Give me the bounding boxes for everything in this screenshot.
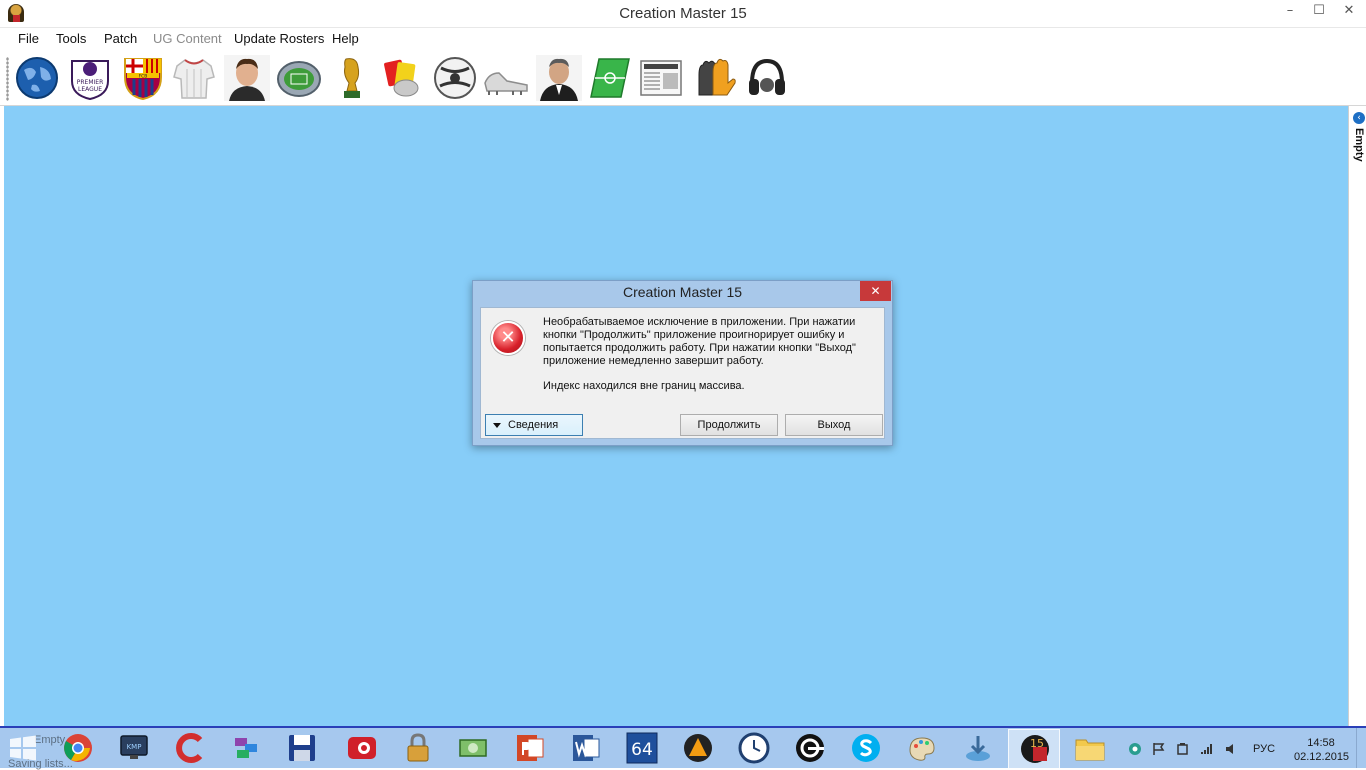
premier-label: PREMIER — [77, 79, 103, 86]
close-window-button[interactable]: ✕ — [1334, 0, 1364, 24]
error-dialog: Creation Master 15 ✕ ✕ Необрабатываемое … — [472, 280, 893, 446]
file-explorer-icon[interactable] — [1074, 732, 1106, 764]
menu-file[interactable]: File — [18, 31, 39, 46]
installer-icon[interactable] — [962, 732, 994, 764]
dialog-body: ✕ Необрабатываемое исключение в приложен… — [480, 307, 885, 439]
globe-icon[interactable] — [14, 55, 60, 101]
menu-bar: File Tools Patch UG Content Update Roste… — [0, 29, 1366, 51]
window-title: Creation Master 15 — [619, 5, 747, 22]
signal-tray-icon[interactable] — [1200, 742, 1214, 756]
error-message: Необрабатываемое исключение в приложении… — [543, 316, 856, 367]
right-side-panel[interactable]: ‹ Empty — [1348, 106, 1366, 726]
kmplayer-icon[interactable]: KMP — [118, 732, 150, 764]
panel-label: Empty — [1353, 128, 1365, 162]
error-icon: ✕ — [491, 321, 525, 355]
money-icon[interactable] — [458, 732, 490, 764]
clock-app-icon[interactable] — [738, 732, 770, 764]
volume-tray-icon[interactable] — [1224, 742, 1238, 756]
football-ball-icon[interactable] — [432, 55, 478, 101]
menu-help[interactable]: Help — [332, 31, 359, 46]
ghost-status-empty: Empty — [34, 734, 66, 746]
manager-portrait-icon[interactable] — [536, 55, 582, 101]
minimize-button[interactable]: – — [1275, 0, 1305, 24]
maximize-button[interactable]: ☐ — [1304, 0, 1334, 24]
cm-label: 15 — [1030, 737, 1044, 750]
kmp-label: KMP — [127, 743, 142, 751]
clock-time: 14:58 — [1307, 737, 1335, 749]
continue-button[interactable]: Продолжить — [680, 414, 778, 436]
clock-date: 02.12.2015 — [1294, 751, 1350, 763]
menu-ug-content[interactable]: UG Content — [153, 31, 222, 46]
skype-icon[interactable] — [850, 732, 882, 764]
windows-start-icon[interactable] — [8, 733, 38, 763]
aida-label: 64 — [631, 740, 653, 760]
winrar-icon[interactable] — [230, 732, 262, 764]
creation-master-icon: 15 — [1021, 735, 1049, 763]
goalkeeper-gloves-icon[interactable] — [691, 55, 737, 101]
newspaper-icon[interactable] — [638, 55, 684, 101]
player-portrait-icon[interactable] — [224, 55, 270, 101]
details-button-label: Сведения — [508, 419, 559, 431]
taskbar: Empty Saving lists... KMP 64 15 РУС 14:5… — [0, 726, 1366, 770]
dialog-title: Creation Master 15 — [622, 284, 743, 300]
toolbar: PREMIER LEAGUE FCB — [0, 51, 1366, 106]
title-bar: Creation Master 15 – ☐ ✕ — [0, 0, 1366, 28]
ccleaner-icon[interactable] — [174, 732, 206, 764]
chevron-down-icon — [493, 423, 501, 428]
word-icon[interactable] — [570, 732, 602, 764]
details-button[interactable]: Сведения — [485, 414, 583, 436]
world-cup-trophy-icon[interactable] — [329, 55, 375, 101]
system-clock[interactable]: 14:58 02.12.2015 — [1294, 736, 1350, 764]
flag-tray-icon[interactable] — [1152, 742, 1166, 756]
steam-like-icon[interactable] — [794, 732, 826, 764]
referee-cards-whistle-icon[interactable] — [380, 55, 426, 101]
football-shirt-icon[interactable] — [171, 55, 217, 101]
football-boots-icon[interactable] — [483, 55, 529, 101]
error-detail: Индекс находился вне границ массива. — [543, 380, 745, 392]
menu-tools[interactable]: Tools — [56, 31, 86, 46]
paint-icon[interactable] — [906, 732, 938, 764]
save-disk-icon[interactable] — [286, 732, 318, 764]
lock-icon[interactable] — [402, 732, 434, 764]
powerpoint-icon[interactable] — [514, 732, 546, 764]
stadium-icon[interactable] — [276, 55, 322, 101]
toolbar-grip[interactable] — [6, 57, 9, 101]
menu-update-rosters[interactable]: Update Rosters — [234, 31, 324, 46]
aida64-icon[interactable]: 64 — [626, 732, 658, 764]
exit-button[interactable]: Выход — [785, 414, 883, 436]
chrome-icon[interactable] — [62, 732, 94, 764]
dialog-close-button[interactable]: ✕ — [860, 281, 891, 301]
menu-patch[interactable]: Patch — [104, 31, 137, 46]
show-desktop-button[interactable] — [1356, 728, 1366, 768]
headphones-icon[interactable] — [744, 55, 790, 101]
fc-barcelona-crest-icon[interactable]: FCB — [120, 55, 166, 101]
input-language[interactable]: РУС — [1253, 743, 1275, 755]
premier-league-badge-icon[interactable]: PREMIER LEAGUE — [67, 55, 113, 101]
creation-master-taskbar-button[interactable]: 15 — [1008, 729, 1060, 769]
pitch-icon[interactable] — [587, 55, 633, 101]
vlc-like-icon[interactable] — [682, 732, 714, 764]
network-tray-icon[interactable] — [1128, 742, 1142, 756]
panel-expand-icon[interactable]: ‹ — [1353, 112, 1365, 124]
league-label: LEAGUE — [78, 86, 102, 93]
fcb-label: FCB — [139, 74, 148, 80]
red-app-icon[interactable] — [346, 732, 378, 764]
battery-tray-icon[interactable] — [1176, 742, 1190, 756]
